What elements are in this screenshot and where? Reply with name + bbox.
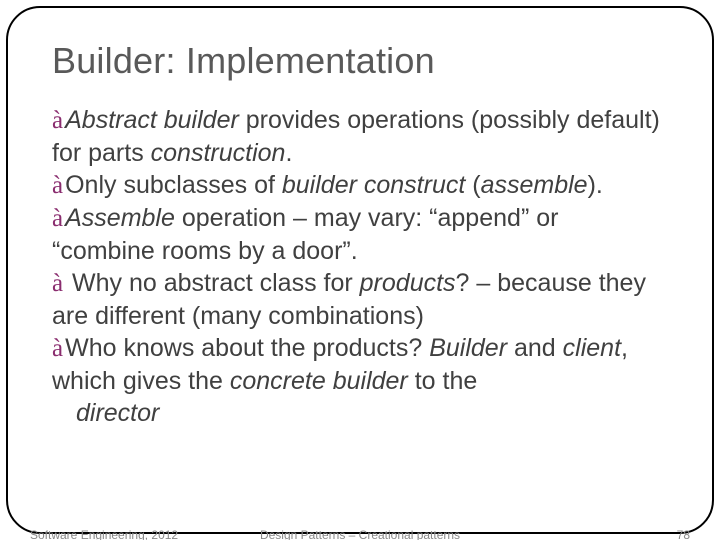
- text: assemble: [481, 171, 588, 199]
- bullet-item-2: àOnly subclasses of builder construct (a…: [52, 169, 668, 202]
- bullet-item-1: àAbstract builder provides operations (p…: [52, 104, 668, 169]
- text: append: [438, 204, 521, 232]
- bullet-item-4: à Why no abstract class for products? – …: [52, 267, 668, 332]
- text: operation – may vary:: [175, 204, 429, 232]
- text: Only subclasses of: [65, 171, 282, 199]
- text: Assemble: [65, 204, 175, 232]
- text: Who knows about the products?: [65, 334, 429, 362]
- text: client: [563, 334, 621, 362]
- text: .: [285, 139, 292, 167]
- bullet-item-5: àWho knows about the products? Builder a…: [52, 332, 668, 397]
- footer-page-number: 78: [677, 528, 690, 540]
- bullet-icon: à: [52, 335, 63, 362]
- bullet-item-3: àAssemble operation – may vary: “append ”…: [52, 202, 668, 267]
- text: Why no abstract class for: [65, 269, 360, 297]
- text: .: [351, 237, 358, 265]
- text: “: [429, 204, 437, 232]
- slide-frame: Builder: Implementation àAbstract builde…: [6, 6, 714, 534]
- bullet-icon: à: [52, 205, 63, 232]
- bullet-item-6-cut: director: [52, 397, 668, 429]
- text: to the: [408, 367, 478, 395]
- footer-center: Design Patterns – Creational patterns: [260, 528, 460, 540]
- text: Builder: [429, 334, 507, 362]
- slide-title: Builder: Implementation: [52, 40, 668, 82]
- slide-body: àAbstract builder provides operations (p…: [52, 104, 668, 429]
- text: Abstract builder: [65, 106, 239, 134]
- bullet-icon: à: [52, 270, 63, 297]
- text: director: [76, 399, 159, 427]
- text: or: [529, 204, 558, 232]
- text: (: [465, 171, 480, 199]
- text: combine rooms by a door: [60, 237, 342, 265]
- text: products: [360, 269, 456, 297]
- text: ).: [588, 171, 603, 199]
- bullet-icon: à: [52, 107, 63, 134]
- text: concrete builder: [230, 367, 408, 395]
- footer-left: Software Engineering, 2012: [30, 528, 178, 540]
- text: builder construct: [282, 171, 465, 199]
- text: ”: [342, 237, 350, 265]
- bullet-icon: à: [52, 172, 63, 199]
- text: construction: [151, 139, 286, 167]
- text: and: [507, 334, 563, 362]
